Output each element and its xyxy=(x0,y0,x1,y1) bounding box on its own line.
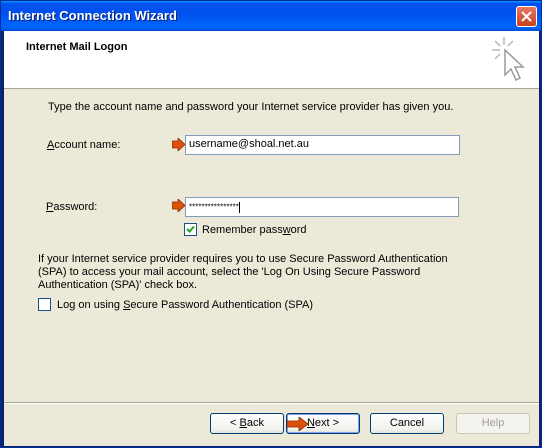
text-caret xyxy=(238,202,240,213)
button-separator xyxy=(4,402,539,404)
instruction-text: Type the account name and password your … xyxy=(48,101,454,113)
spa-info-line-2: (SPA) to access your mail account, selec… xyxy=(38,266,421,278)
wizard-body: Internet Mail Logon Type the account nam… xyxy=(4,31,539,446)
wizard-cursor-icon xyxy=(492,37,525,82)
spa-checkbox[interactable] xyxy=(38,298,51,311)
password-value: **************** xyxy=(189,202,239,212)
password-arrow-icon xyxy=(172,199,186,212)
cancel-button[interactable]: Cancel xyxy=(370,413,444,434)
wizard-header: Internet Mail Logon xyxy=(4,31,539,89)
checkmark-icon xyxy=(186,225,195,233)
page-title: Internet Mail Logon xyxy=(26,41,128,53)
account-name-label: Account name: xyxy=(47,139,121,151)
wizard-window: Internet Connection Wizard Internet Mail… xyxy=(0,0,542,448)
next-arrow-icon xyxy=(287,417,309,431)
password-label: Password: xyxy=(46,201,98,213)
account-arrow-icon xyxy=(172,138,186,151)
close-icon xyxy=(521,11,532,22)
remember-password-checkbox[interactable] xyxy=(184,223,197,236)
help-button[interactable]: Help xyxy=(456,413,530,434)
spa-info-line-3: Authentication (SPA)' check box. xyxy=(38,279,198,291)
spa-info-line-1: If your Internet service provider requir… xyxy=(38,253,448,265)
back-button[interactable]: < Back xyxy=(210,413,284,434)
password-field[interactable]: **************** xyxy=(185,197,459,217)
account-name-field[interactable]: username@shoal.net.au xyxy=(185,135,460,155)
remember-password-label[interactable]: Remember password xyxy=(202,224,307,236)
window-title: Internet Connection Wizard xyxy=(8,8,177,23)
close-button[interactable] xyxy=(516,6,537,27)
title-bar[interactable]: Internet Connection Wizard xyxy=(1,1,541,31)
spa-checkbox-label[interactable]: Log on using Secure Password Authenticat… xyxy=(57,299,313,311)
